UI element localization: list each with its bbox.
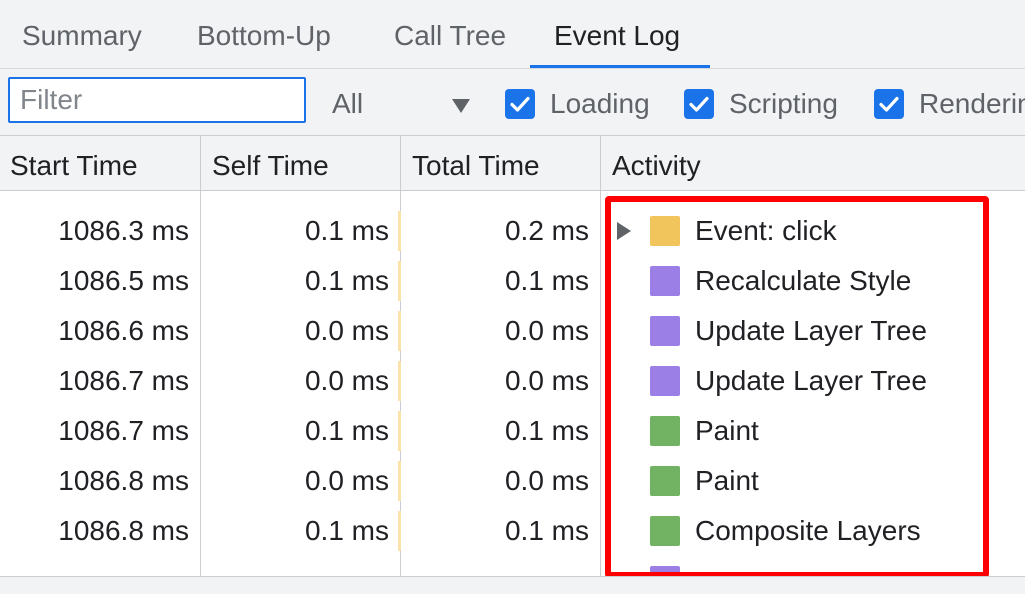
self-time-cell: 0.0 ms: [304, 315, 389, 346]
activity-color-swatch: [650, 416, 680, 446]
active-tab-indicator: [530, 65, 710, 68]
start-time-cell: 1086.5 ms: [58, 265, 189, 296]
self-time-cell: 0.1 ms: [304, 265, 389, 296]
self-time-bar: [398, 261, 401, 301]
checkmark-icon: [874, 89, 904, 119]
filter-toolbar: All Loading Scripting Renderin: [0, 69, 1025, 136]
activity-label: Paint: [695, 415, 759, 446]
total-time-cell: 0.1 ms: [504, 265, 589, 296]
performance-panel: Summary Bottom-Up Call Tree Event Log Al…: [0, 0, 1025, 594]
scripting-checkbox-label: Scripting: [729, 88, 838, 119]
tab-bar: Summary Bottom-Up Call Tree Event Log: [0, 0, 1025, 69]
self-time-bar: [398, 361, 401, 401]
checkmark-icon: [684, 89, 714, 119]
loading-checkbox-label: Loading: [550, 88, 650, 119]
activity-label: Composite Layers: [695, 515, 921, 546]
total-time-cell: 0.0 ms: [504, 315, 589, 346]
activity-color-swatch: [650, 466, 680, 496]
start-time-cell: 1086.7 ms: [58, 415, 189, 446]
activity-label: Update Layer Tree: [695, 365, 927, 396]
column-header-total-time[interactable]: Total Time: [412, 136, 540, 190]
tab-summary[interactable]: Summary: [22, 0, 142, 68]
activity-color-swatch: [650, 266, 680, 296]
self-time-bar: [398, 511, 401, 551]
table-header: Start Time Self Time Total Time Activity: [0, 136, 1025, 191]
table-row[interactable]: 1086.5 ms 0.1 ms 0.1 ms Recalculate Style: [0, 256, 1025, 306]
column-header-self-time[interactable]: Self Time: [212, 136, 329, 190]
activity-color-swatch: [650, 316, 680, 346]
column-header-start-time[interactable]: Start Time: [10, 136, 138, 190]
table-row[interactable]: 1086.7 ms 0.1 ms 0.1 ms Paint: [0, 406, 1025, 456]
rendering-checkbox[interactable]: Renderin: [874, 88, 1025, 120]
activity-color-swatch: [650, 516, 680, 546]
start-time-cell: 1086.8 ms: [58, 465, 189, 496]
tab-bottom-up[interactable]: Bottom-Up: [197, 0, 331, 68]
table-row[interactable]: 1086.8 ms 0.1 ms 0.1 ms Composite Layers: [0, 506, 1025, 556]
self-time-bar: [398, 411, 401, 451]
total-time-cell: 0.1 ms: [504, 515, 589, 546]
table-row[interactable]: 1086.8 ms 0.0 ms 0.0 ms Paint: [0, 456, 1025, 506]
scripting-checkbox[interactable]: Scripting: [684, 88, 838, 120]
total-time-cell: 0.0 ms: [504, 365, 589, 396]
expand-arrow-icon[interactable]: [617, 222, 631, 240]
total-time-cell: 0.2 ms: [504, 215, 589, 246]
loading-checkbox[interactable]: Loading: [505, 88, 650, 120]
table-row[interactable]: 1086.3 ms 0.1 ms 0.2 ms Event: click: [0, 206, 1025, 256]
table-row[interactable]: 1086.6 ms 0.0 ms 0.0 ms Update Layer Tree: [0, 306, 1025, 356]
activity-label: Update Layer Tree: [695, 315, 927, 346]
rendering-checkbox-label: Renderin: [919, 88, 1025, 119]
filter-input[interactable]: [8, 77, 306, 123]
self-time-cell: 0.1 ms: [304, 515, 389, 546]
total-time-cell: 0.0 ms: [504, 465, 589, 496]
category-select[interactable]: All: [320, 77, 480, 127]
category-select-value: All: [332, 88, 364, 119]
start-time-cell: 1086.7 ms: [58, 365, 189, 396]
event-log-table: 1086.3 ms 0.1 ms 0.2 ms Event: click 1086.5 …: [0, 191, 1025, 576]
horizontal-scrollbar[interactable]: [0, 576, 1025, 594]
self-time-cell: 0.1 ms: [304, 415, 389, 446]
tab-event-log[interactable]: Event Log: [554, 0, 680, 68]
activity-color-swatch: [650, 216, 680, 246]
chevron-down-icon: [452, 99, 470, 113]
self-time-bar: [398, 311, 401, 351]
self-time-bar: [398, 211, 401, 251]
column-header-activity[interactable]: Activity: [612, 136, 701, 190]
table-row[interactable]: [0, 191, 1025, 197]
activity-label: Event: click: [695, 215, 837, 246]
checkmark-icon: [505, 89, 535, 119]
table-row[interactable]: 1086.7 ms 0.0 ms 0.0 ms Update Layer Tree: [0, 356, 1025, 406]
activity-color-swatch: [650, 566, 680, 576]
activity-label: Paint: [695, 465, 759, 496]
self-time-bar: [398, 461, 401, 501]
start-time-cell: 1086.8 ms: [58, 515, 189, 546]
activity-color-swatch: [650, 366, 680, 396]
start-time-cell: 1086.6 ms: [58, 315, 189, 346]
self-time-cell: 0.0 ms: [304, 465, 389, 496]
total-time-cell: 0.1 ms: [504, 415, 589, 446]
self-time-cell: 0.1 ms: [304, 215, 389, 246]
self-time-cell: 0.0 ms: [304, 365, 389, 396]
table-row[interactable]: [0, 556, 1025, 576]
activity-label: Recalculate Style: [695, 265, 912, 296]
start-time-cell: 1086.3 ms: [58, 215, 189, 246]
tab-call-tree[interactable]: Call Tree: [394, 0, 506, 68]
